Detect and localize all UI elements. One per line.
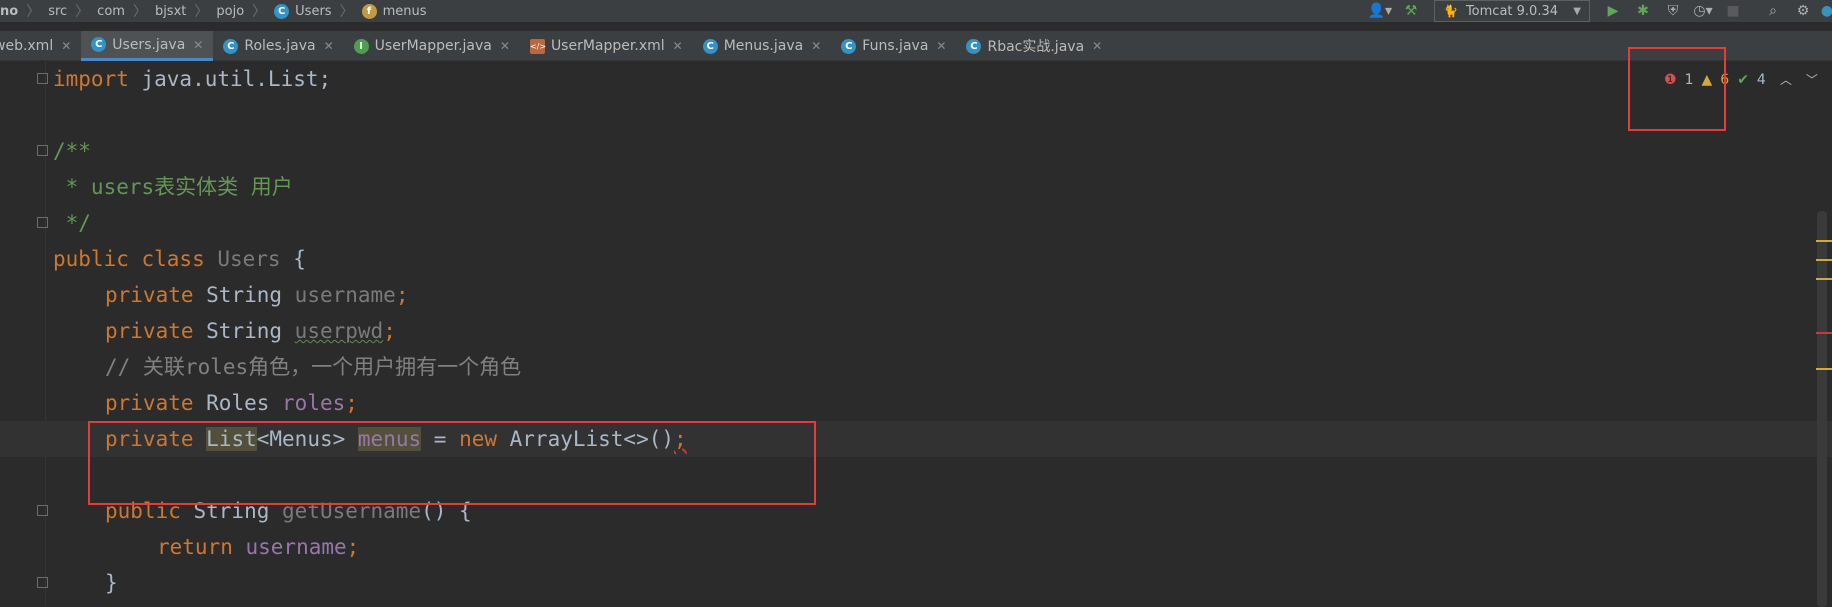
close-icon[interactable]: ✕ <box>193 38 203 52</box>
breadcrumb-item-menus[interactable]: f menus <box>361 3 426 19</box>
build-hammer-icon[interactable]: ⚒ <box>1400 1 1422 21</box>
xml-file-icon: </> <box>529 38 546 54</box>
code-line: */ <box>0 205 1832 241</box>
class-icon: C <box>91 37 107 52</box>
tab-menus-java[interactable]: C Menus.java ✕ <box>693 31 832 61</box>
close-icon[interactable]: ✕ <box>811 39 821 53</box>
code-line: // 关联roles角色，一个用户拥有一个角色 <box>105 355 522 379</box>
close-icon[interactable]: ✕ <box>936 39 946 53</box>
stop-icon[interactable]: ■ <box>1722 1 1744 21</box>
close-icon[interactable]: ✕ <box>673 39 683 53</box>
typo-check-icon: ✔ <box>1737 71 1749 88</box>
interface-icon: I <box>353 38 369 54</box>
code-line: * users表实体类 用户 <box>53 175 293 199</box>
tab-usermapper-java[interactable]: I UserMapper.java ✕ <box>344 31 520 61</box>
tomcat-icon: 🐈 <box>1443 4 1458 18</box>
annotation-box-code <box>88 421 816 505</box>
chevron-right-icon: 〉 <box>75 4 90 20</box>
warning-marker[interactable] <box>1816 240 1832 242</box>
code-line: return username; <box>157 535 360 559</box>
plugin-icon[interactable]: ● <box>1821 1 1832 21</box>
typo-count: 4 <box>1756 71 1766 88</box>
close-icon[interactable]: ✕ <box>1092 39 1102 53</box>
breadcrumb-item-project[interactable]: no <box>0 4 18 19</box>
close-icon[interactable]: ✕ <box>500 39 510 53</box>
breadcrumb-item-users[interactable]: C Users <box>274 3 332 19</box>
editor-tabs: web.xml ✕ C Users.java ✕ C Roles.java ✕ … <box>0 31 1832 61</box>
coverage-icon[interactable]: ⛨ <box>1662 1 1684 21</box>
warning-marker[interactable] <box>1816 368 1832 370</box>
chevron-up-icon[interactable]: ︿ <box>1780 71 1792 88</box>
breadcrumb-item-bjsxt[interactable]: bjsxt <box>155 4 186 19</box>
run-configuration-select[interactable]: 🐈 Tomcat 9.0.34 ▼ <box>1434 0 1590 22</box>
run-icon[interactable]: ▶ <box>1602 1 1624 21</box>
code-line: private Roles roles; <box>105 391 358 415</box>
fold-marker-icon[interactable] <box>37 217 48 228</box>
tab-users-java[interactable]: C Users.java ✕ <box>81 31 214 61</box>
code-line: public class Users { <box>53 247 306 271</box>
code-line: /** <box>0 133 1832 169</box>
navigation-bar: no 〉 src 〉 com 〉 bjsxt 〉 pojo 〉 C Users 〉… <box>0 0 1832 22</box>
error-marker[interactable] <box>1816 332 1832 334</box>
gear-icon[interactable]: ⚙ <box>1792 1 1814 21</box>
code-line: private String userpwd; <box>105 319 396 343</box>
debug-icon[interactable]: ✱ <box>1632 1 1654 21</box>
tab-funs-java[interactable]: C Funs.java ✕ <box>831 31 956 61</box>
class-icon: C <box>274 3 290 19</box>
fold-marker-icon[interactable] <box>37 73 48 84</box>
vertical-scrollbar[interactable] <box>1817 211 1827 607</box>
profile-icon[interactable]: ◷▾ <box>1692 1 1714 21</box>
class-icon: C <box>223 38 239 54</box>
search-icon[interactable]: ⌕ <box>1762 1 1784 21</box>
tab-roles-java[interactable]: C Roles.java ✕ <box>213 31 343 61</box>
annotation-box-inspection <box>1628 47 1726 131</box>
code-line: private String username; <box>105 283 409 307</box>
tab-rbac-java[interactable]: C Rbac实战.java ✕ <box>956 31 1112 61</box>
code-line: } <box>0 565 1832 601</box>
fold-marker-icon[interactable] <box>37 505 48 516</box>
chevron-right-icon: 〉 <box>26 4 41 20</box>
main-toolbar: 👤▾ ⚒ 🐈 Tomcat 9.0.34 ▼ ▶ ✱ ⛨ ◷▾ ■ ⌕ ⚙ ● <box>1364 0 1832 22</box>
close-icon[interactable]: ✕ <box>61 39 71 53</box>
class-icon: C <box>841 38 857 54</box>
code-editor[interactable]: import java.util.List; /** * users表实体类 用… <box>0 47 1832 607</box>
breadcrumb-item-com[interactable]: com <box>97 4 125 19</box>
breadcrumb-item-pojo[interactable]: pojo <box>216 4 244 19</box>
code-line: import java.util.List; <box>0 61 1832 97</box>
breadcrumb-item-src[interactable]: src <box>48 4 67 19</box>
chevron-right-icon: 〉 <box>132 4 147 20</box>
user-account-icon[interactable]: 👤▾ <box>1368 1 1392 21</box>
chevron-down-icon: ▼ <box>1573 5 1581 17</box>
class-icon: C <box>702 38 718 54</box>
chevron-right-icon: 〉 <box>194 4 209 20</box>
breadcrumb: no 〉 src 〉 com 〉 bjsxt 〉 pojo 〉 C Users 〉… <box>0 1 426 21</box>
tab-usermapper-xml[interactable]: </> UserMapper.xml ✕ <box>520 31 693 61</box>
tab-web-xml[interactable]: web.xml ✕ <box>0 31 81 61</box>
chevron-down-icon[interactable]: ﹀ <box>1806 71 1818 88</box>
warning-marker[interactable] <box>1816 259 1832 261</box>
field-icon: f <box>361 3 377 19</box>
warning-marker[interactable] <box>1816 278 1832 280</box>
fold-marker-icon[interactable] <box>37 577 48 588</box>
chevron-right-icon: 〉 <box>339 4 354 20</box>
class-icon: C <box>966 38 982 54</box>
fold-marker-icon[interactable] <box>37 145 48 156</box>
close-icon[interactable]: ✕ <box>324 39 334 53</box>
chevron-right-icon: 〉 <box>252 4 267 20</box>
